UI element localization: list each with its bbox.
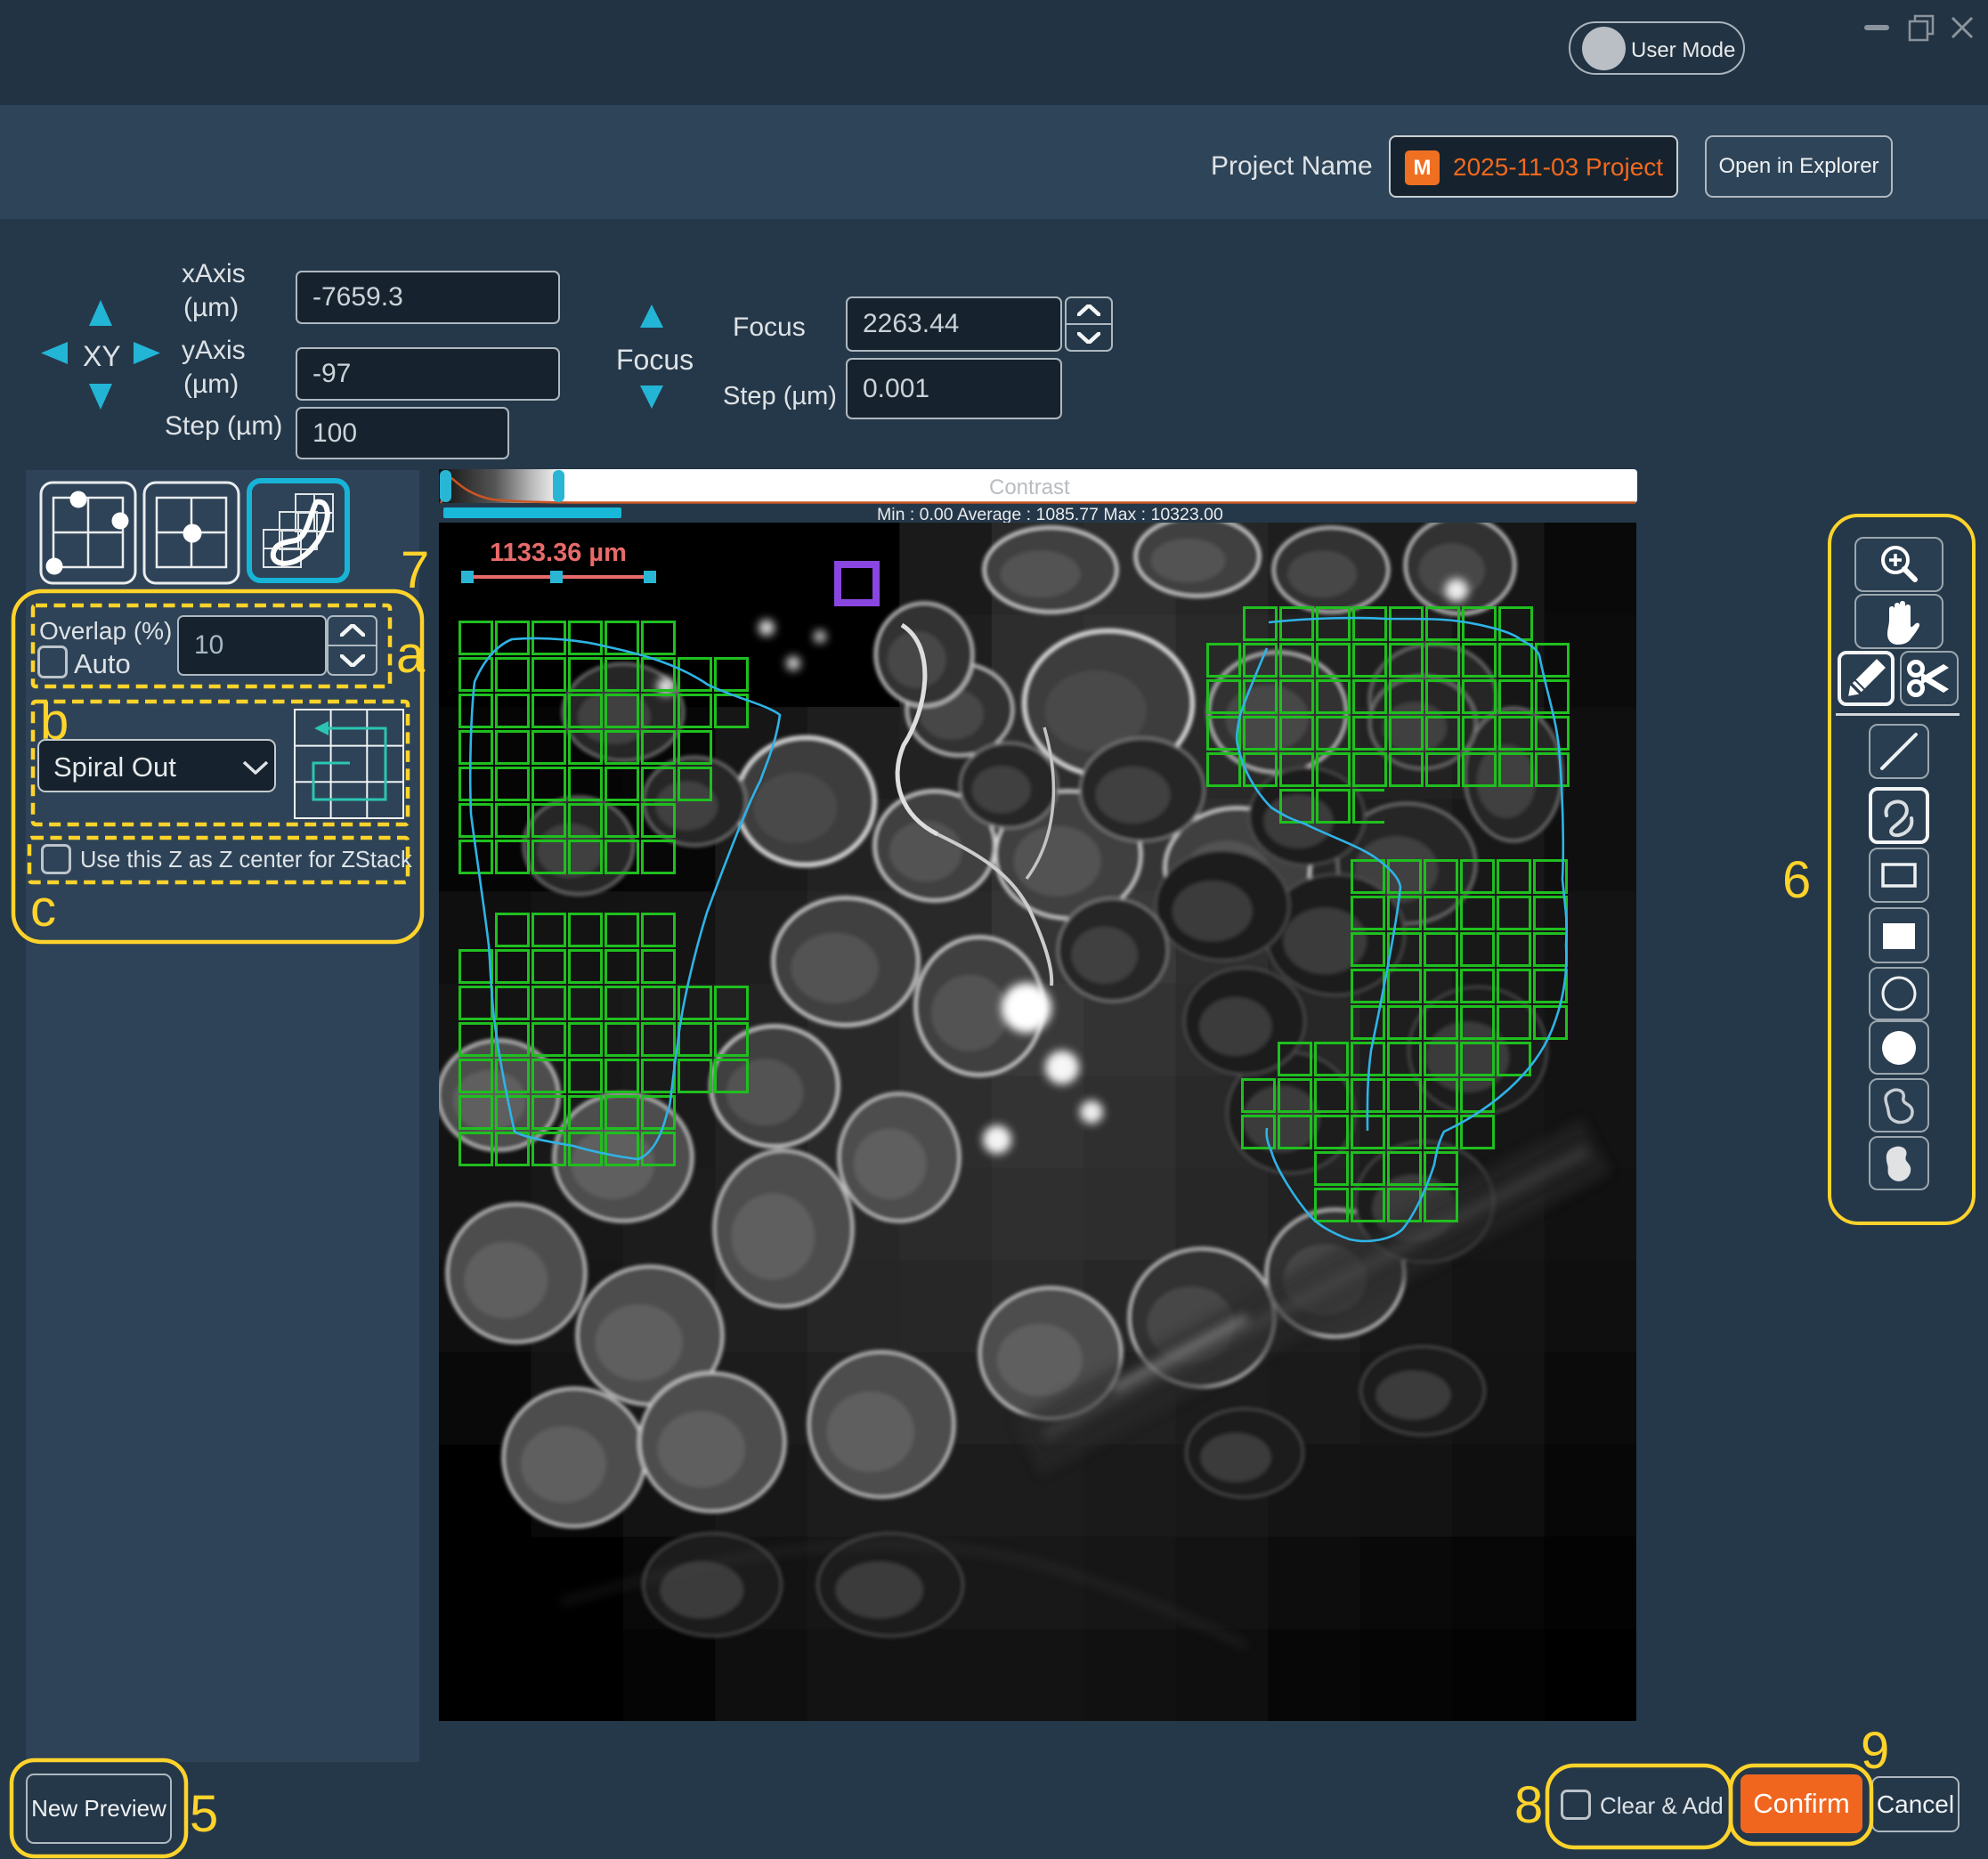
svg-text:8: 8: [1514, 1776, 1543, 1834]
svg-text:b: b: [40, 693, 69, 751]
svg-text:5: 5: [190, 1785, 218, 1843]
svg-text:9: 9: [1861, 1722, 1889, 1780]
svg-text:6: 6: [1782, 851, 1811, 909]
svg-text:c: c: [30, 880, 56, 938]
svg-text:a: a: [396, 626, 426, 684]
svg-text:7: 7: [401, 541, 429, 599]
